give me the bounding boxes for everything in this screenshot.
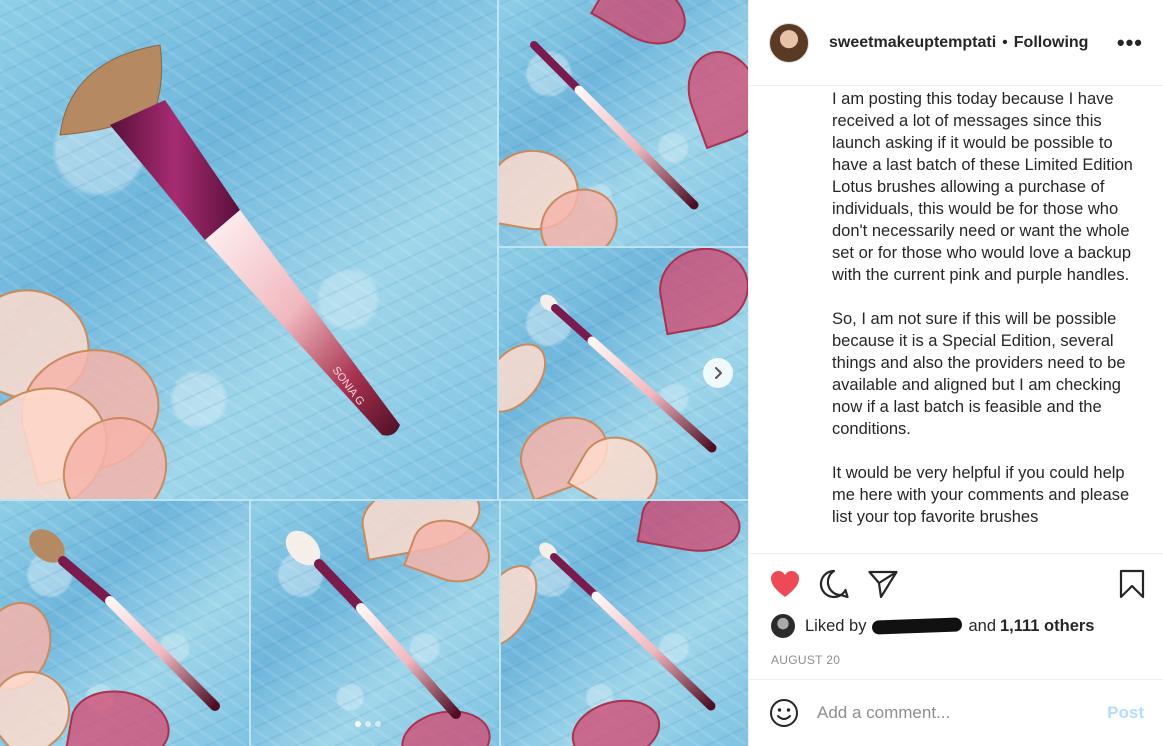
share-icon	[868, 570, 898, 598]
caption-paragraph: It would be very helpful if you could he…	[832, 464, 1130, 526]
likes-summary: Liked by and 1,111 others	[771, 614, 1094, 638]
crease-brush	[540, 294, 717, 453]
header-separator: •	[1002, 33, 1008, 51]
carousel-next-button[interactable]	[703, 358, 733, 388]
comment-icon	[819, 569, 849, 599]
emoji-icon	[770, 699, 798, 727]
caption-paragraph: So, I am not sure if this will be possib…	[832, 310, 1126, 438]
photo-top-right	[499, 0, 748, 246]
avatar[interactable]	[769, 22, 809, 63]
photo-main: SONIA G	[0, 0, 497, 499]
photo-bottom-1	[0, 501, 249, 746]
bookmark-icon	[1119, 569, 1145, 599]
post-date[interactable]: AUGUST 20	[771, 653, 840, 667]
blush-brush	[29, 529, 220, 711]
post-caption: I am posting this today because I have r…	[749, 86, 1163, 552]
following-button[interactable]: Following	[1014, 34, 1089, 52]
username-link[interactable]: sweetmakeuptemptati	[829, 34, 996, 52]
carousel-dot	[375, 721, 381, 727]
powder-brush	[285, 530, 461, 719]
like-button[interactable]	[769, 568, 801, 600]
comment-input[interactable]	[817, 703, 1108, 723]
likes-count-link[interactable]: 1,111 others	[1000, 617, 1094, 636]
redacted-username	[872, 617, 963, 635]
shader-brush	[539, 542, 716, 711]
liked-by-label: Liked by	[805, 616, 867, 635]
photo-bottom-3	[501, 501, 748, 746]
post-header: sweetmakeuptemptati • Following •••	[749, 0, 1163, 86]
share-button[interactable]	[867, 568, 899, 600]
and-label: and	[968, 616, 996, 635]
save-button[interactable]	[1116, 568, 1148, 600]
comment-button[interactable]	[818, 568, 850, 600]
post-actions: Liked by and 1,111 others AUGUST 20	[749, 553, 1163, 679]
action-icons	[769, 568, 1148, 600]
heart-icon	[771, 571, 799, 597]
caption-paragraph: I am posting this today because I have r…	[832, 90, 1133, 284]
comment-bar: Post	[749, 679, 1163, 746]
post-media[interactable]: SONIA G	[0, 0, 748, 746]
liker-avatar[interactable]	[771, 614, 795, 638]
carousel-dot	[365, 721, 371, 727]
photo-bottom-2	[251, 501, 499, 746]
carousel-indicator	[355, 721, 381, 727]
post-comment-button[interactable]: Post	[1107, 703, 1144, 723]
more-icon[interactable]: •••	[1117, 31, 1143, 54]
carousel-dot	[355, 721, 361, 727]
eye-brush	[530, 41, 699, 210]
fan-brush: SONIA G	[59, 44, 400, 436]
chevron-right-icon	[715, 367, 722, 379]
post-panel: sweetmakeuptemptati • Following ••• I am…	[748, 0, 1163, 746]
emoji-button[interactable]	[769, 698, 799, 728]
